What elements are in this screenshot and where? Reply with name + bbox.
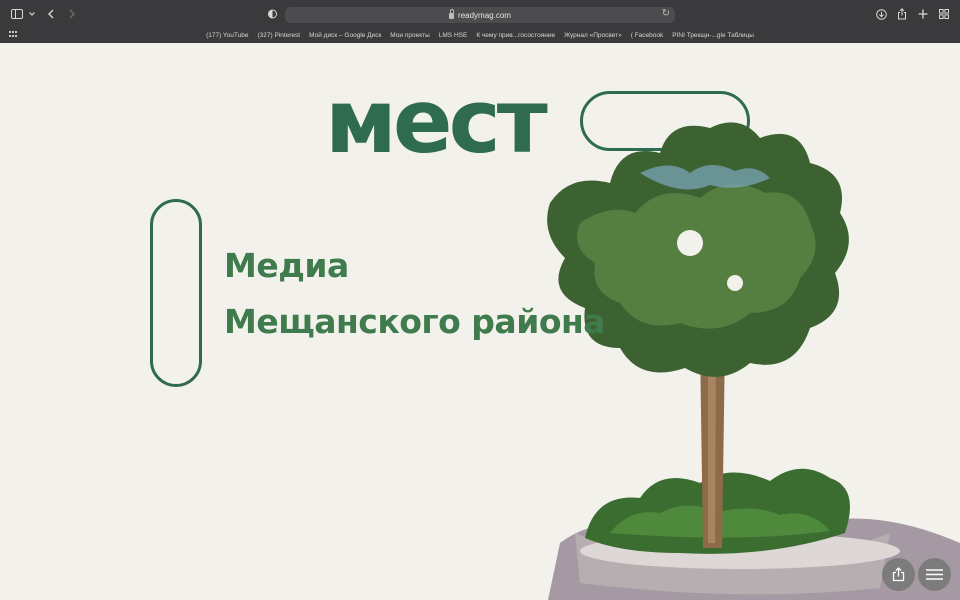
bookmark-gossostoyanie[interactable]: К чему прив...госостояние	[472, 32, 560, 39]
share-icon	[892, 567, 905, 582]
bookmark-youtube[interactable]: (177) YouTube	[202, 32, 253, 39]
address-url: readymag.com	[458, 10, 511, 20]
chevron-right-icon[interactable]	[67, 6, 77, 22]
crown-gap	[677, 230, 703, 256]
crown-gap	[727, 275, 743, 291]
page-content: мест Медиа Мещанского района	[0, 43, 960, 600]
bookmarks-bar: (177) YouTube (327) Pinterest Мой диск –…	[0, 28, 960, 43]
chevron-down-icon[interactable]	[28, 6, 36, 22]
bookmark-lms-hse[interactable]: LMS HSE	[434, 32, 472, 39]
sidebar-icon[interactable]	[10, 6, 24, 22]
share-icon[interactable]	[896, 6, 908, 22]
address-bar[interactable]: readymag.com ↻	[285, 7, 675, 23]
lock-icon	[449, 9, 455, 19]
shield-icon[interactable]	[266, 6, 278, 22]
bookmark-google-drive[interactable]: Мой диск – Google Диск	[305, 32, 386, 39]
tree-trunk-highlight	[708, 348, 716, 543]
plus-icon[interactable]	[917, 6, 929, 22]
tab-grid-icon[interactable]	[938, 6, 950, 22]
download-icon[interactable]	[875, 6, 887, 22]
bookmark-pini-tables[interactable]: PINI Трекщн-...gle Таблицы	[668, 32, 759, 39]
bookmark-my-projects[interactable]: Мои проекты	[386, 32, 434, 39]
subtitle-line-1: Медиа	[224, 246, 349, 285]
reload-icon[interactable]: ↻	[662, 8, 670, 19]
share-button[interactable]	[882, 558, 915, 591]
menu-icon	[926, 569, 943, 580]
bookmark-facebook[interactable]: ( Facebook	[626, 32, 668, 39]
bookmark-pinterest[interactable]: (327) Pinterest	[253, 32, 305, 39]
chevron-left-icon[interactable]	[46, 6, 56, 22]
browser-toolbar: readymag.com ↻	[0, 0, 960, 28]
browser-chrome: readymag.com ↻ (177) YouTube (327) Pinte…	[0, 0, 960, 43]
tree-illustration	[547, 122, 960, 600]
subtitle-line-2: Мещанского района	[224, 302, 606, 341]
menu-button[interactable]	[918, 558, 951, 591]
bookmark-prosvet[interactable]: Журнал «Просвет»	[560, 32, 627, 39]
side-pill-outline	[150, 199, 202, 387]
brand-title: мест	[325, 70, 548, 173]
